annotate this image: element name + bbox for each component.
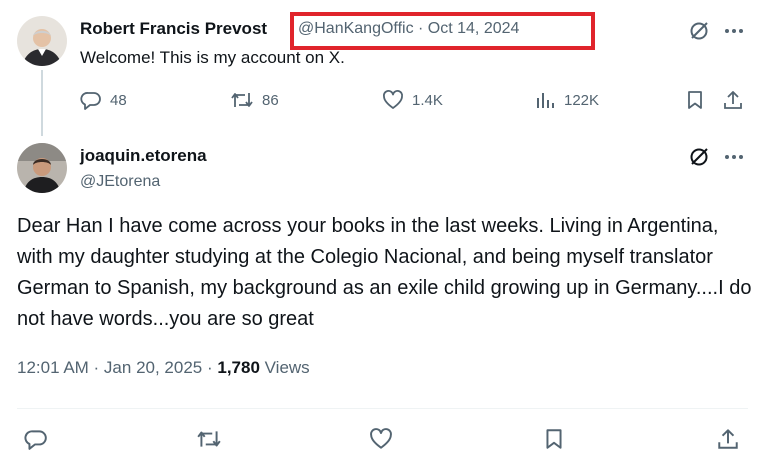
reply-icon: [80, 89, 102, 111]
parent-tweet-text: Welcome! This is my account on X.: [80, 48, 345, 67]
bookmark-icon[interactable]: [684, 89, 706, 111]
like-button[interactable]: 1.4K: [382, 89, 443, 111]
highlight-annotation-box: [290, 12, 595, 50]
repost-icon: [230, 89, 254, 111]
repost-count: 86: [262, 91, 279, 109]
grok-icon[interactable]: [688, 20, 710, 42]
reply-views-label: Views: [259, 358, 310, 377]
parent-author-name[interactable]: Robert Francis Prevost: [80, 19, 267, 39]
views-icon: [534, 89, 556, 111]
share-icon[interactable]: [716, 427, 740, 451]
like-icon: [382, 89, 404, 111]
like-count: 1.4K: [412, 91, 443, 109]
parent-author-avatar[interactable]: [17, 16, 67, 66]
share-icon[interactable]: [722, 89, 744, 111]
views-button[interactable]: 122K: [534, 89, 599, 111]
more-icon[interactable]: [723, 20, 745, 42]
reply-button[interactable]: 48: [80, 89, 127, 111]
action-bar-divider: [17, 408, 748, 409]
repost-button[interactable]: 86: [230, 89, 279, 111]
reply-count: 48: [110, 91, 127, 109]
reply-author-avatar[interactable]: [17, 143, 67, 193]
reply-meta: 12:01 AM · Jan 20, 2025 · 1,780 Views: [17, 358, 310, 378]
grok-icon[interactable]: [688, 146, 710, 168]
thread-connector-line: [41, 70, 43, 136]
reply-author-name[interactable]: joaquin.etorena: [80, 146, 207, 166]
reply-handle[interactable]: @JEtorena: [80, 173, 160, 191]
reply-views-count: 1,780: [217, 358, 260, 377]
repost-icon[interactable]: [196, 427, 222, 451]
like-icon[interactable]: [369, 427, 393, 451]
views-count: 122K: [564, 91, 600, 109]
reply-icon[interactable]: [24, 427, 48, 451]
reply-timestamp[interactable]: 12:01 AM · Jan 20, 2025 ·: [17, 358, 217, 377]
reply-tweet-text: Dear Han I have come across your books i…: [17, 215, 752, 330]
bookmark-icon[interactable]: [542, 427, 566, 451]
more-icon[interactable]: [723, 146, 745, 168]
